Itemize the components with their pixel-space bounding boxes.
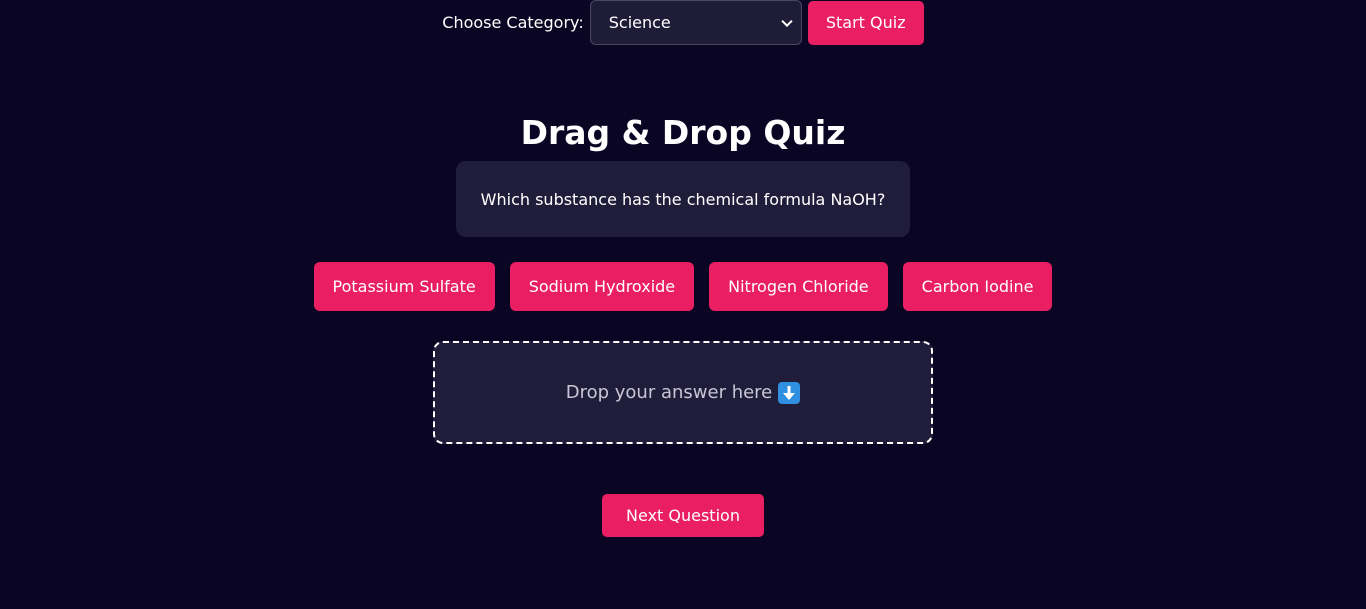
category-label: Choose Category: [442, 13, 584, 32]
category-controls: Choose Category: Science Start Quiz [0, 0, 1366, 45]
page-title: Drag & Drop Quiz [520, 113, 846, 152]
down-arrow-icon [778, 381, 801, 404]
next-question-button[interactable]: Next Question [602, 494, 764, 537]
question-text: Which substance has the chemical formula… [480, 189, 886, 209]
answer-drop-zone[interactable]: Drop your answer here [433, 341, 933, 444]
question-box: Which substance has the chemical formula… [456, 161, 910, 237]
drop-zone-text: Drop your answer here [565, 382, 773, 403]
category-selected-value: Science [608, 13, 671, 32]
answer-option[interactable]: Nitrogen Chloride [709, 262, 888, 311]
answer-options: Potassium Sulfate Sodium Hydroxide Nitro… [0, 262, 1366, 311]
start-quiz-button[interactable]: Start Quiz [807, 0, 924, 45]
chevron-down-icon [781, 15, 793, 27]
answer-option[interactable]: Potassium Sulfate [313, 262, 495, 311]
answer-option[interactable]: Sodium Hydroxide [509, 262, 695, 311]
quiz-page: Choose Category: Science Start Quiz Drag… [0, 0, 1366, 609]
answer-option[interactable]: Carbon Iodine [902, 262, 1053, 311]
category-select[interactable]: Science [589, 0, 802, 45]
